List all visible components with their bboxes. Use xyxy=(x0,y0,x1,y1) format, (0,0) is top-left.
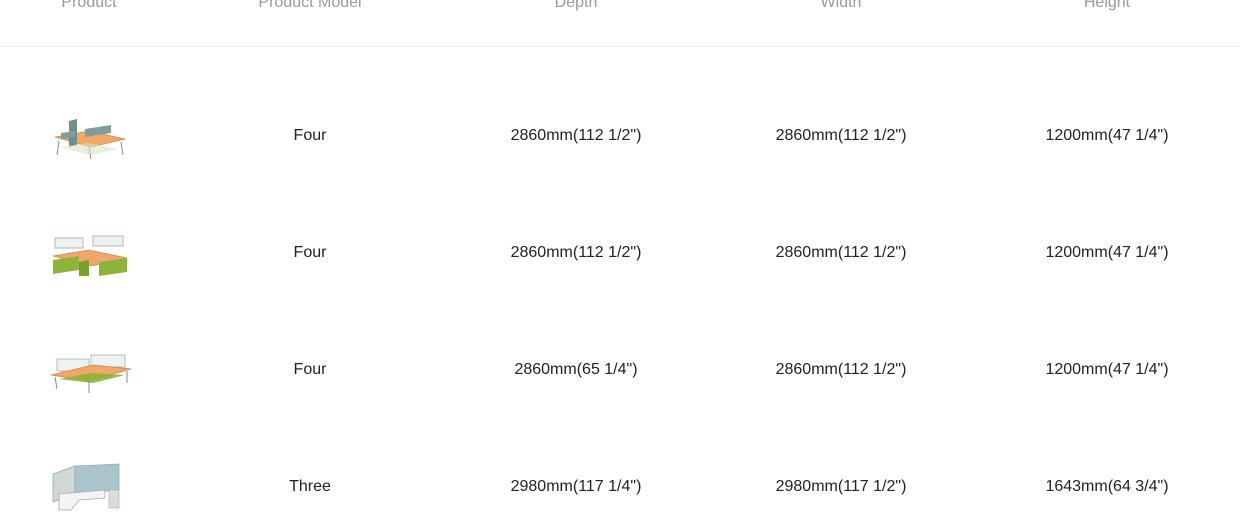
product-model-cell: Three xyxy=(289,478,331,495)
depth-cell: 2860mm(65 1/4") xyxy=(514,361,638,378)
header-depth: Depth xyxy=(554,0,598,11)
header-height: Height xyxy=(1083,0,1131,11)
depth-cell: 2980mm(117 1/4") xyxy=(510,478,642,495)
product-image[interactable] xyxy=(49,343,131,397)
product-model-cell: Four xyxy=(293,127,327,144)
height-cell: 1200mm(47 1/4") xyxy=(1045,127,1169,144)
header-product-model: Product Model xyxy=(258,0,362,11)
depth-cell: 2860mm(112 1/2") xyxy=(510,244,642,261)
height-cell: 1643mm(64 3/4") xyxy=(1045,478,1169,495)
product-image[interactable] xyxy=(49,109,131,163)
table-row: Three 2980mm(117 1/4") 2980mm(117 1/2") … xyxy=(0,447,1240,515)
cross-workstation-glass-icon xyxy=(49,226,131,280)
height-cell: 1200mm(47 1/4") xyxy=(1045,244,1169,261)
table-row: Four 2860mm(65 1/4") 2860mm(112 1/2") 12… xyxy=(0,330,1240,410)
table-row: Four 2860mm(112 1/2") 2860mm(112 1/2") 1… xyxy=(0,96,1240,176)
header-width: Width xyxy=(820,0,862,11)
table-header-row: Product Product Model Depth Width Height xyxy=(0,0,1240,47)
width-cell: 2980mm(117 1/2") xyxy=(775,478,907,495)
bench-workstation-icon xyxy=(49,343,131,397)
cross-workstation-icon xyxy=(49,109,131,163)
width-cell: 2860mm(112 1/2") xyxy=(775,127,907,144)
table-row: Four 2860mm(112 1/2") 2860mm(112 1/2") 1… xyxy=(0,213,1240,293)
height-cell: 1200mm(47 1/4") xyxy=(1045,361,1169,378)
header-product: Product xyxy=(61,0,117,11)
width-cell: 2860mm(112 1/2") xyxy=(775,361,907,378)
product-image[interactable] xyxy=(49,460,131,514)
l-shaped-workstation-icon xyxy=(49,460,131,514)
product-model-cell: Four xyxy=(293,244,327,261)
product-model-cell: Four xyxy=(293,361,327,378)
width-cell: 2860mm(112 1/2") xyxy=(775,244,907,261)
depth-cell: 2860mm(112 1/2") xyxy=(510,127,642,144)
product-image[interactable] xyxy=(49,226,131,280)
product-spec-table: Product Product Model Depth Width Height… xyxy=(0,0,1240,515)
